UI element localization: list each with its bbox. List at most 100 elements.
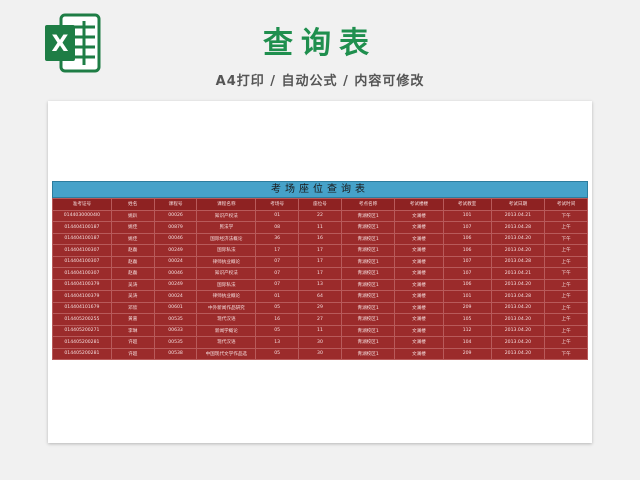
table-cell[interactable]: 17 <box>298 244 342 257</box>
table-cell[interactable]: 00633 <box>153 324 198 337</box>
table-cell[interactable]: 64 <box>298 290 342 303</box>
table-cell[interactable]: 014404100379 <box>52 290 112 303</box>
table-cell[interactable]: 下午 <box>544 267 588 280</box>
table-cell[interactable]: 07 <box>255 255 300 268</box>
table-cell[interactable]: 上午 <box>544 301 588 314</box>
table-cell[interactable]: 2013.04.20 <box>490 232 546 245</box>
table-cell[interactable]: 16 <box>255 313 300 326</box>
table-cell[interactable]: 00535 <box>153 336 198 349</box>
table-cell[interactable]: 文澜楼 <box>394 232 444 245</box>
table-cell[interactable]: 邓欣 <box>110 301 155 314</box>
table-cell[interactable]: 文澜楼 <box>394 324 444 337</box>
table-cell[interactable]: 00046 <box>153 232 198 245</box>
table-cell[interactable]: 国际私法 <box>196 244 257 257</box>
table-cell[interactable]: 00046 <box>153 267 198 280</box>
table-cell[interactable]: 下午 <box>544 232 588 245</box>
table-cell[interactable]: 青湖校区1 <box>340 244 396 257</box>
table-cell[interactable]: 00026 <box>153 209 198 222</box>
table-cell[interactable]: 00249 <box>153 278 198 291</box>
table-cell[interactable]: 27 <box>298 313 342 326</box>
table-cell[interactable]: 00249 <box>153 244 198 257</box>
table-cell[interactable]: 08 <box>255 221 300 234</box>
table-cell[interactable]: 青湖校区1 <box>340 347 396 360</box>
table-cell[interactable]: 014405200281 <box>52 347 112 360</box>
table-cell[interactable]: 01440300004l0 <box>52 209 112 222</box>
table-cell[interactable]: 吴涛 <box>110 290 155 303</box>
table-cell[interactable]: 中外新闻作品研究 <box>196 301 257 314</box>
table-cell[interactable]: 文澜楼 <box>394 278 444 291</box>
table-cell[interactable]: 新闻学概论 <box>196 324 257 337</box>
table-cell[interactable]: 文澜楼 <box>394 313 444 326</box>
table-cell[interactable]: 014405200255 <box>52 313 112 326</box>
table-cell[interactable]: 2013.04.28 <box>490 255 546 268</box>
table-cell[interactable]: 上午 <box>544 244 588 257</box>
table-cell[interactable]: 文澜楼 <box>394 347 444 360</box>
table-cell[interactable]: 上午 <box>544 221 588 234</box>
table-cell[interactable]: 00024 <box>153 255 198 268</box>
table-cell[interactable]: 107 <box>442 255 492 268</box>
table-cell[interactable]: 现代汉语 <box>196 336 257 349</box>
table-cell[interactable]: 青湖校区1 <box>340 255 396 268</box>
table-cell[interactable]: 青湖校区1 <box>340 301 396 314</box>
table-cell[interactable]: 014404100307 <box>52 267 112 280</box>
table-cell[interactable]: 青湖校区1 <box>340 336 396 349</box>
table-cell[interactable]: 014404100187 <box>52 221 112 234</box>
table-cell[interactable]: 文澜楼 <box>394 244 444 257</box>
table-cell[interactable]: 107 <box>442 267 492 280</box>
table-cell[interactable]: 姚佳 <box>110 221 155 234</box>
table-cell[interactable]: 上午 <box>544 290 588 303</box>
table-cell[interactable]: 106 <box>442 232 492 245</box>
table-cell[interactable]: 101 <box>442 290 492 303</box>
table-cell[interactable]: 209 <box>442 301 492 314</box>
table-cell[interactable]: 李琳 <box>110 324 155 337</box>
table-cell[interactable]: 106 <box>442 244 492 257</box>
table-cell[interactable]: 文澜楼 <box>394 255 444 268</box>
table-cell[interactable]: 青湖校区1 <box>340 267 396 280</box>
table-cell[interactable]: 36 <box>255 232 300 245</box>
table-cell[interactable]: 01 <box>255 209 300 222</box>
table-cell[interactable]: 青湖校区1 <box>340 290 396 303</box>
table-cell[interactable]: 赵磊 <box>110 255 155 268</box>
table-cell[interactable]: 11 <box>298 221 342 234</box>
table-cell[interactable]: 209 <box>442 347 492 360</box>
table-cell[interactable]: 许超 <box>110 336 155 349</box>
table-cell[interactable]: 107 <box>442 221 492 234</box>
table-cell[interactable]: 青湖校区1 <box>340 278 396 291</box>
table-cell[interactable]: 17 <box>298 255 342 268</box>
table-cell[interactable]: 吴涛 <box>110 278 155 291</box>
table-cell[interactable]: 下午 <box>544 347 588 360</box>
table-cell[interactable]: 中国现代文学作品选 <box>196 347 257 360</box>
table-cell[interactable]: 106 <box>442 278 492 291</box>
table-cell[interactable]: 014404100307 <box>52 255 112 268</box>
table-cell[interactable]: 文澜楼 <box>394 267 444 280</box>
table-cell[interactable]: 2013.04.20 <box>490 278 546 291</box>
table-cell[interactable]: 现代汉语 <box>196 313 257 326</box>
table-cell[interactable]: 上午 <box>544 255 588 268</box>
table-cell[interactable]: 30 <box>298 336 342 349</box>
table-cell[interactable]: 知识产权法 <box>196 267 257 280</box>
table-cell[interactable]: 07 <box>255 267 300 280</box>
table-cell[interactable]: 30 <box>298 347 342 360</box>
table-cell[interactable]: 律师执业概论 <box>196 290 257 303</box>
table-cell[interactable]: 青湖校区1 <box>340 209 396 222</box>
table-cell[interactable]: 00601 <box>153 301 198 314</box>
table-cell[interactable]: 赵磊 <box>110 267 155 280</box>
table-cell[interactable]: 2013.04.20 <box>490 324 546 337</box>
table-cell[interactable]: 上午 <box>544 336 588 349</box>
table-cell[interactable]: 11 <box>298 324 342 337</box>
table-cell[interactable]: 00538 <box>153 347 198 360</box>
table-cell[interactable]: 上午 <box>544 313 588 326</box>
table-cell[interactable]: 17 <box>255 244 300 257</box>
table-cell[interactable]: 101 <box>442 209 492 222</box>
table-cell[interactable]: 05 <box>255 301 300 314</box>
table-cell[interactable]: 2013.04.21 <box>490 209 546 222</box>
table-cell[interactable]: 许超 <box>110 347 155 360</box>
table-cell[interactable]: 112 <box>442 324 492 337</box>
table-cell[interactable]: 2013.04.28 <box>490 290 546 303</box>
table-cell[interactable]: 104 <box>442 336 492 349</box>
table-cell[interactable]: 17 <box>298 267 342 280</box>
table-cell[interactable]: 2013.04.20 <box>490 336 546 349</box>
table-cell[interactable]: 姚佳 <box>110 232 155 245</box>
table-cell[interactable]: 2013.04.21 <box>490 267 546 280</box>
table-cell[interactable]: 民法学 <box>196 221 257 234</box>
